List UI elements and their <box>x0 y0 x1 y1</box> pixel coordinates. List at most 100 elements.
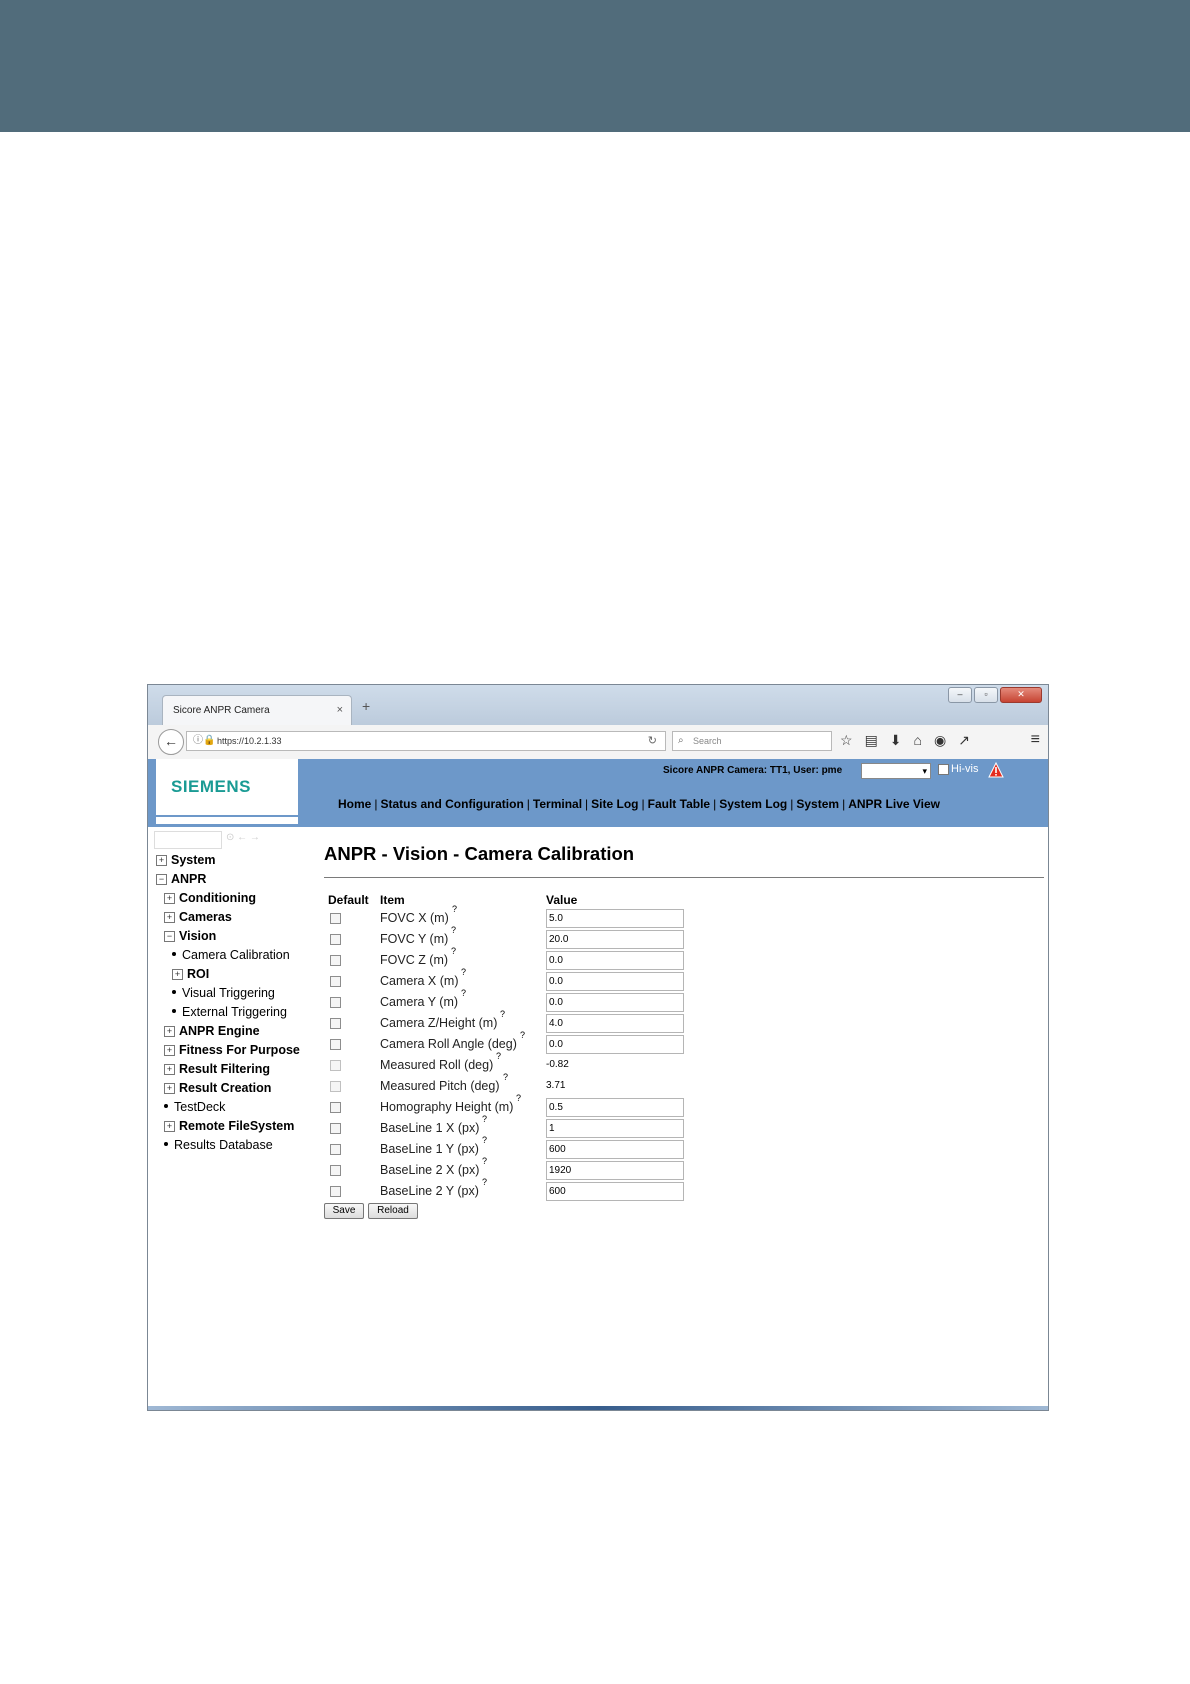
collapse-icon[interactable]: − <box>164 931 175 942</box>
default-checkbox[interactable] <box>330 1186 341 1197</box>
help-icon[interactable]: ? <box>461 967 466 977</box>
value-input[interactable]: 4.0 <box>546 1014 684 1033</box>
url-bar[interactable]: ⓘ🔒 https://10.2.1.33 ↻ <box>186 731 666 751</box>
sidebar-search-input[interactable] <box>154 831 222 849</box>
sidebar-item-camera-calibration[interactable]: Camera Calibration <box>172 946 290 964</box>
value-input[interactable]: 1920 <box>546 1161 684 1180</box>
default-checkbox[interactable] <box>330 1102 341 1113</box>
hivis-checkbox[interactable] <box>938 763 949 775</box>
sidebar-item-cameras[interactable]: + Cameras <box>164 908 232 926</box>
value-input[interactable]: 600 <box>546 1140 684 1159</box>
help-icon[interactable]: ? <box>482 1177 487 1187</box>
help-icon[interactable]: ? <box>452 904 457 914</box>
expand-icon[interactable]: + <box>164 1121 175 1132</box>
expand-icon[interactable]: + <box>164 1064 175 1075</box>
hivis-toggle[interactable]: Hi-vis <box>938 763 979 775</box>
help-icon[interactable]: ? <box>503 1072 508 1082</box>
sidebar-item-testdeck[interactable]: TestDeck <box>164 1098 225 1116</box>
sidebar-item-result-filtering[interactable]: + Result Filtering <box>164 1060 270 1078</box>
back-icon[interactable]: ← <box>158 729 184 755</box>
sidebar-item-conditioning[interactable]: + Conditioning <box>164 889 256 907</box>
nav-link-terminal[interactable]: Terminal <box>533 797 582 811</box>
default-checkbox[interactable] <box>330 955 341 966</box>
home-icon[interactable]: ⌂ <box>914 732 922 749</box>
close-icon[interactable]: ✕ <box>1000 687 1042 703</box>
expand-icon[interactable]: + <box>164 1045 175 1056</box>
sidebar-item-anpr[interactable]: − ANPR <box>156 870 206 888</box>
default-checkbox[interactable] <box>330 913 341 924</box>
nav-link-anpr-live-view[interactable]: ANPR Live View <box>848 797 940 811</box>
expand-icon[interactable]: + <box>164 912 175 923</box>
default-checkbox[interactable] <box>330 976 341 987</box>
default-checkbox[interactable] <box>330 934 341 945</box>
reload-icon[interactable]: ↻ <box>648 732 657 750</box>
sidebar-item-external-triggering[interactable]: External Triggering <box>172 1003 287 1021</box>
pocket-icon[interactable]: ◉ <box>934 732 946 749</box>
menu-icon[interactable]: ≡ <box>1031 731 1040 749</box>
default-checkbox[interactable] <box>330 1144 341 1155</box>
clipboard-icon[interactable]: ▤ <box>865 732 878 749</box>
user-dropdown[interactable]: ▾ <box>861 763 931 779</box>
expand-icon[interactable]: + <box>156 855 167 866</box>
sidebar-item-roi[interactable]: + ROI <box>172 965 209 983</box>
save-button[interactable]: Save <box>324 1203 364 1219</box>
table-row: Measured Pitch (deg)? 3.71 <box>324 1072 684 1097</box>
value-input[interactable]: 0.0 <box>546 1035 684 1054</box>
value-input[interactable]: 0.5 <box>546 1098 684 1117</box>
default-checkbox[interactable] <box>330 1123 341 1134</box>
warning-icon[interactable] <box>988 762 1004 778</box>
site-info-icon[interactable]: ⓘ🔒 <box>193 732 215 750</box>
search-input[interactable]: ⌕ Search <box>672 731 832 751</box>
default-checkbox[interactable] <box>330 1018 341 1029</box>
sidebar-item-system[interactable]: + System <box>156 851 215 869</box>
help-icon[interactable]: ? <box>496 1051 501 1061</box>
restore-icon[interactable]: ▫ <box>974 687 998 703</box>
default-checkbox[interactable] <box>330 1165 341 1176</box>
default-checkbox[interactable] <box>330 1039 341 1050</box>
collapse-icon[interactable]: − <box>156 874 167 885</box>
nav-link-home[interactable]: Home <box>338 797 371 811</box>
browser-tab[interactable]: Sicore ANPR Camera × <box>162 695 352 725</box>
default-checkbox[interactable] <box>330 997 341 1008</box>
value-input[interactable]: 1 <box>546 1119 684 1138</box>
help-icon[interactable]: ? <box>482 1135 487 1145</box>
expand-icon[interactable]: + <box>164 893 175 904</box>
expand-icon[interactable]: + <box>172 969 183 980</box>
sidebar-item-visual-triggering[interactable]: Visual Triggering <box>172 984 275 1002</box>
sidebar-item-label: Cameras <box>179 910 232 924</box>
help-icon[interactable]: ? <box>451 925 456 935</box>
nav-link-status-and-configuration[interactable]: Status and Configuration <box>380 797 523 811</box>
help-icon[interactable]: ? <box>451 946 456 956</box>
reload-button[interactable]: Reload <box>368 1203 418 1219</box>
sidebar-item-anpr-engine[interactable]: + ANPR Engine <box>164 1022 260 1040</box>
nav-link-system-log[interactable]: System Log <box>719 797 787 811</box>
sidebar-item-fitness-for-purpose[interactable]: + Fitness For Purpose <box>164 1041 300 1059</box>
value-input[interactable]: 5.0 <box>546 909 684 928</box>
star-icon[interactable]: ☆ <box>840 732 853 749</box>
sidebar-item-vision[interactable]: − Vision <box>164 927 216 945</box>
sidebar-item-results-database[interactable]: Results Database <box>164 1136 273 1154</box>
download-icon[interactable]: ⬇ <box>890 732 902 749</box>
help-icon[interactable]: ? <box>520 1030 525 1040</box>
help-icon[interactable]: ? <box>516 1093 521 1103</box>
help-icon[interactable]: ? <box>482 1114 487 1124</box>
help-icon[interactable]: ? <box>461 988 466 998</box>
value-input[interactable]: 20.0 <box>546 930 684 949</box>
value-input[interactable]: 0.0 <box>546 972 684 991</box>
expand-icon[interactable]: + <box>164 1026 175 1037</box>
nav-link-system[interactable]: System <box>796 797 839 811</box>
sidebar-item-remote-filesystem[interactable]: + Remote FileSystem <box>164 1117 294 1135</box>
new-tab-icon[interactable]: + <box>362 698 370 714</box>
share-icon[interactable]: ↗ <box>958 732 970 749</box>
value-input[interactable]: 0.0 <box>546 951 684 970</box>
nav-link-site-log[interactable]: Site Log <box>591 797 638 811</box>
expand-icon[interactable]: + <box>164 1083 175 1094</box>
value-input[interactable]: 600 <box>546 1182 684 1201</box>
value-input[interactable]: 0.0 <box>546 993 684 1012</box>
tab-close-icon[interactable]: × <box>337 696 343 725</box>
minimize-icon[interactable]: – <box>948 687 972 703</box>
help-icon[interactable]: ? <box>500 1009 505 1019</box>
help-icon[interactable]: ? <box>482 1156 487 1166</box>
nav-link-fault-table[interactable]: Fault Table <box>648 797 710 811</box>
sidebar-item-result-creation[interactable]: + Result Creation <box>164 1079 271 1097</box>
